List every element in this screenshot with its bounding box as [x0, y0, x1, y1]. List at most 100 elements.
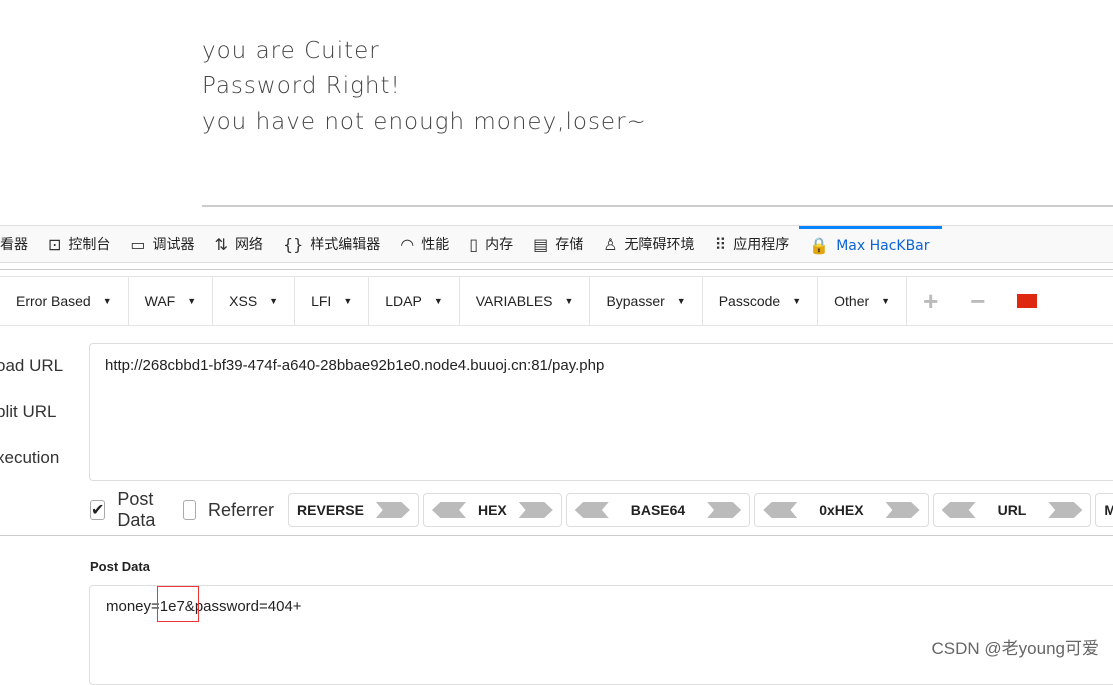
tab-application[interactable]: ⠿ 应用程序 — [705, 226, 800, 262]
menu-ldap[interactable]: LDAP ▼ — [369, 277, 460, 325]
arrow-right-icon — [1048, 502, 1083, 518]
caret-down-icon: ▼ — [187, 296, 197, 306]
arrow-left-icon — [941, 502, 976, 518]
message-line: Password Right! — [202, 73, 401, 99]
button-label: URL — [997, 502, 1027, 518]
post-data-title: Post Data — [90, 559, 150, 574]
caret-down-icon: ▼ — [564, 296, 574, 306]
caret-down-icon: ▼ — [676, 296, 686, 306]
0xhex-button[interactable]: 0xHEX — [754, 493, 929, 527]
arrow-left-icon — [431, 502, 466, 518]
grid-icon: ⠿ — [714, 234, 727, 254]
tab-debugger[interactable]: ▭ 调试器 — [120, 226, 204, 262]
menu-passcode[interactable]: Passcode ▼ — [703, 277, 819, 325]
network-icon: ⇅ — [214, 234, 228, 254]
menu-label: VARIABLES — [475, 293, 553, 309]
menu-label: Error Based — [16, 293, 91, 309]
memory-icon: ▯ — [469, 234, 479, 254]
load-url-label[interactable]: oad URL — [0, 356, 63, 376]
hackbar-menu: Error Based ▼ WAF ▼ XSS ▼ LFI ▼ LDAP ▼ VARIAB… — [0, 276, 1113, 326]
base64-button[interactable]: BASE64 — [565, 493, 751, 527]
arrow-right-icon — [707, 502, 742, 518]
post-data-checkbox[interactable]: ✔ — [90, 500, 106, 520]
button-label: BASE64 — [630, 502, 686, 518]
options-row: ✔ Post Data Referrer REVERSE HEX BASE64 … — [90, 489, 1113, 530]
menu-error-based[interactable]: Error Based ▼ — [0, 277, 129, 325]
url-input[interactable]: http://268cbbd1-bf39-474f-a640-28bbae92b… — [89, 343, 1113, 481]
plus-button[interactable]: + — [907, 277, 954, 325]
message-line: you are Cuiter — [202, 38, 380, 64]
caret-down-icon: ▼ — [792, 296, 802, 306]
button-label: MD5 — [1104, 502, 1113, 518]
tab-label: 无障碍环境 — [624, 237, 695, 253]
tab-console[interactable]: ⊡ 控制台 — [38, 226, 120, 262]
minus-button[interactable]: − — [954, 277, 1001, 325]
url-button[interactable]: URL — [932, 493, 1092, 527]
menu-bypasser[interactable]: Bypasser ▼ — [590, 277, 703, 325]
referrer-label: Referrer — [208, 499, 275, 520]
tab-label: 控制台 — [68, 237, 111, 253]
arrow-left-icon — [763, 502, 798, 518]
menu-label: Other — [834, 293, 870, 309]
divider — [0, 269, 1113, 270]
button-label: REVERSE — [297, 502, 364, 518]
reverse-button[interactable]: REVERSE — [288, 493, 419, 527]
tab-storage[interactable]: ▤ 存储 — [523, 226, 593, 262]
tab-max-hackbar[interactable]: 🔒 Max HacKBar — [799, 226, 943, 262]
menu-label: WAF — [144, 293, 176, 309]
devtools-tabbar: 看器 ⊡ 控制台 ▭ 调试器 ⇅ 网络 {} 样式编辑器 ◠ 性能 ▯ 内存 ▤ 存储 ♙ 无障… — [0, 225, 1113, 263]
console-icon: ⊡ — [48, 234, 62, 254]
menu-waf[interactable]: WAF ▼ — [129, 277, 214, 325]
post-data-label: Post Data — [117, 489, 156, 530]
md5-button[interactable]: MD5 — [1095, 493, 1113, 527]
tab-label: 样式编辑器 — [310, 237, 381, 253]
tab-label: 内存 — [485, 237, 514, 253]
tab-label: 存储 — [555, 237, 584, 253]
menu-label: Bypasser — [606, 293, 665, 309]
caret-down-icon: ▼ — [881, 296, 891, 306]
gauge-icon: ◠ — [400, 234, 415, 254]
caret-down-icon: ▼ — [433, 296, 443, 306]
arrow-right-icon — [518, 502, 553, 518]
menu-label: LDAP — [385, 293, 422, 309]
tab-memory[interactable]: ▯ 内存 — [459, 226, 523, 262]
tab-label: 看器 — [0, 237, 28, 253]
menu-variables[interactable]: VARIABLES ▼ — [460, 277, 591, 325]
tab-label: 性能 — [421, 237, 450, 253]
message-line: you have not enough money,loser~ — [202, 109, 647, 135]
arrow-right-icon — [375, 502, 410, 518]
tab-label: Max HacKBar — [836, 237, 930, 254]
button-label: 0xHEX — [819, 502, 864, 518]
menu-label: XSS — [229, 293, 258, 309]
tab-performance[interactable]: ◠ 性能 — [390, 226, 459, 262]
accessibility-icon: ♙ — [603, 234, 618, 254]
caret-down-icon: ▼ — [269, 296, 279, 306]
divider — [202, 205, 1113, 207]
china-flag-icon[interactable] — [1001, 277, 1053, 325]
tab-inspector[interactable]: 看器 — [0, 226, 38, 262]
highlight-box — [157, 586, 199, 622]
caret-down-icon: ▼ — [343, 296, 353, 306]
referrer-checkbox[interactable] — [182, 500, 197, 520]
lock-icon: 🔒 — [809, 236, 830, 255]
hex-button[interactable]: HEX — [422, 493, 562, 527]
tab-network[interactable]: ⇅ 网络 — [205, 226, 273, 262]
caret-down-icon: ▼ — [102, 296, 112, 306]
menu-label: LFI — [311, 293, 332, 309]
tab-label: 应用程序 — [733, 237, 790, 253]
tab-label: 调试器 — [152, 237, 195, 253]
execution-label[interactable]: xecution — [0, 448, 59, 468]
tab-accessibility[interactable]: ♙ 无障碍环境 — [593, 226, 704, 262]
split-url-label[interactable]: plit URL — [0, 402, 56, 422]
menu-label: Passcode — [718, 293, 781, 309]
tab-label: 网络 — [234, 237, 263, 253]
divider — [0, 535, 1113, 536]
menu-lfi[interactable]: LFI ▼ — [295, 277, 370, 325]
menu-xss[interactable]: XSS ▼ — [213, 277, 296, 325]
arrow-right-icon — [885, 502, 920, 518]
storage-icon: ▤ — [533, 234, 549, 254]
tab-style-editor[interactable]: {} 样式编辑器 — [273, 226, 390, 262]
debugger-icon: ▭ — [130, 234, 146, 254]
menu-other[interactable]: Other ▼ — [818, 277, 908, 325]
braces-icon: {} — [282, 234, 304, 254]
